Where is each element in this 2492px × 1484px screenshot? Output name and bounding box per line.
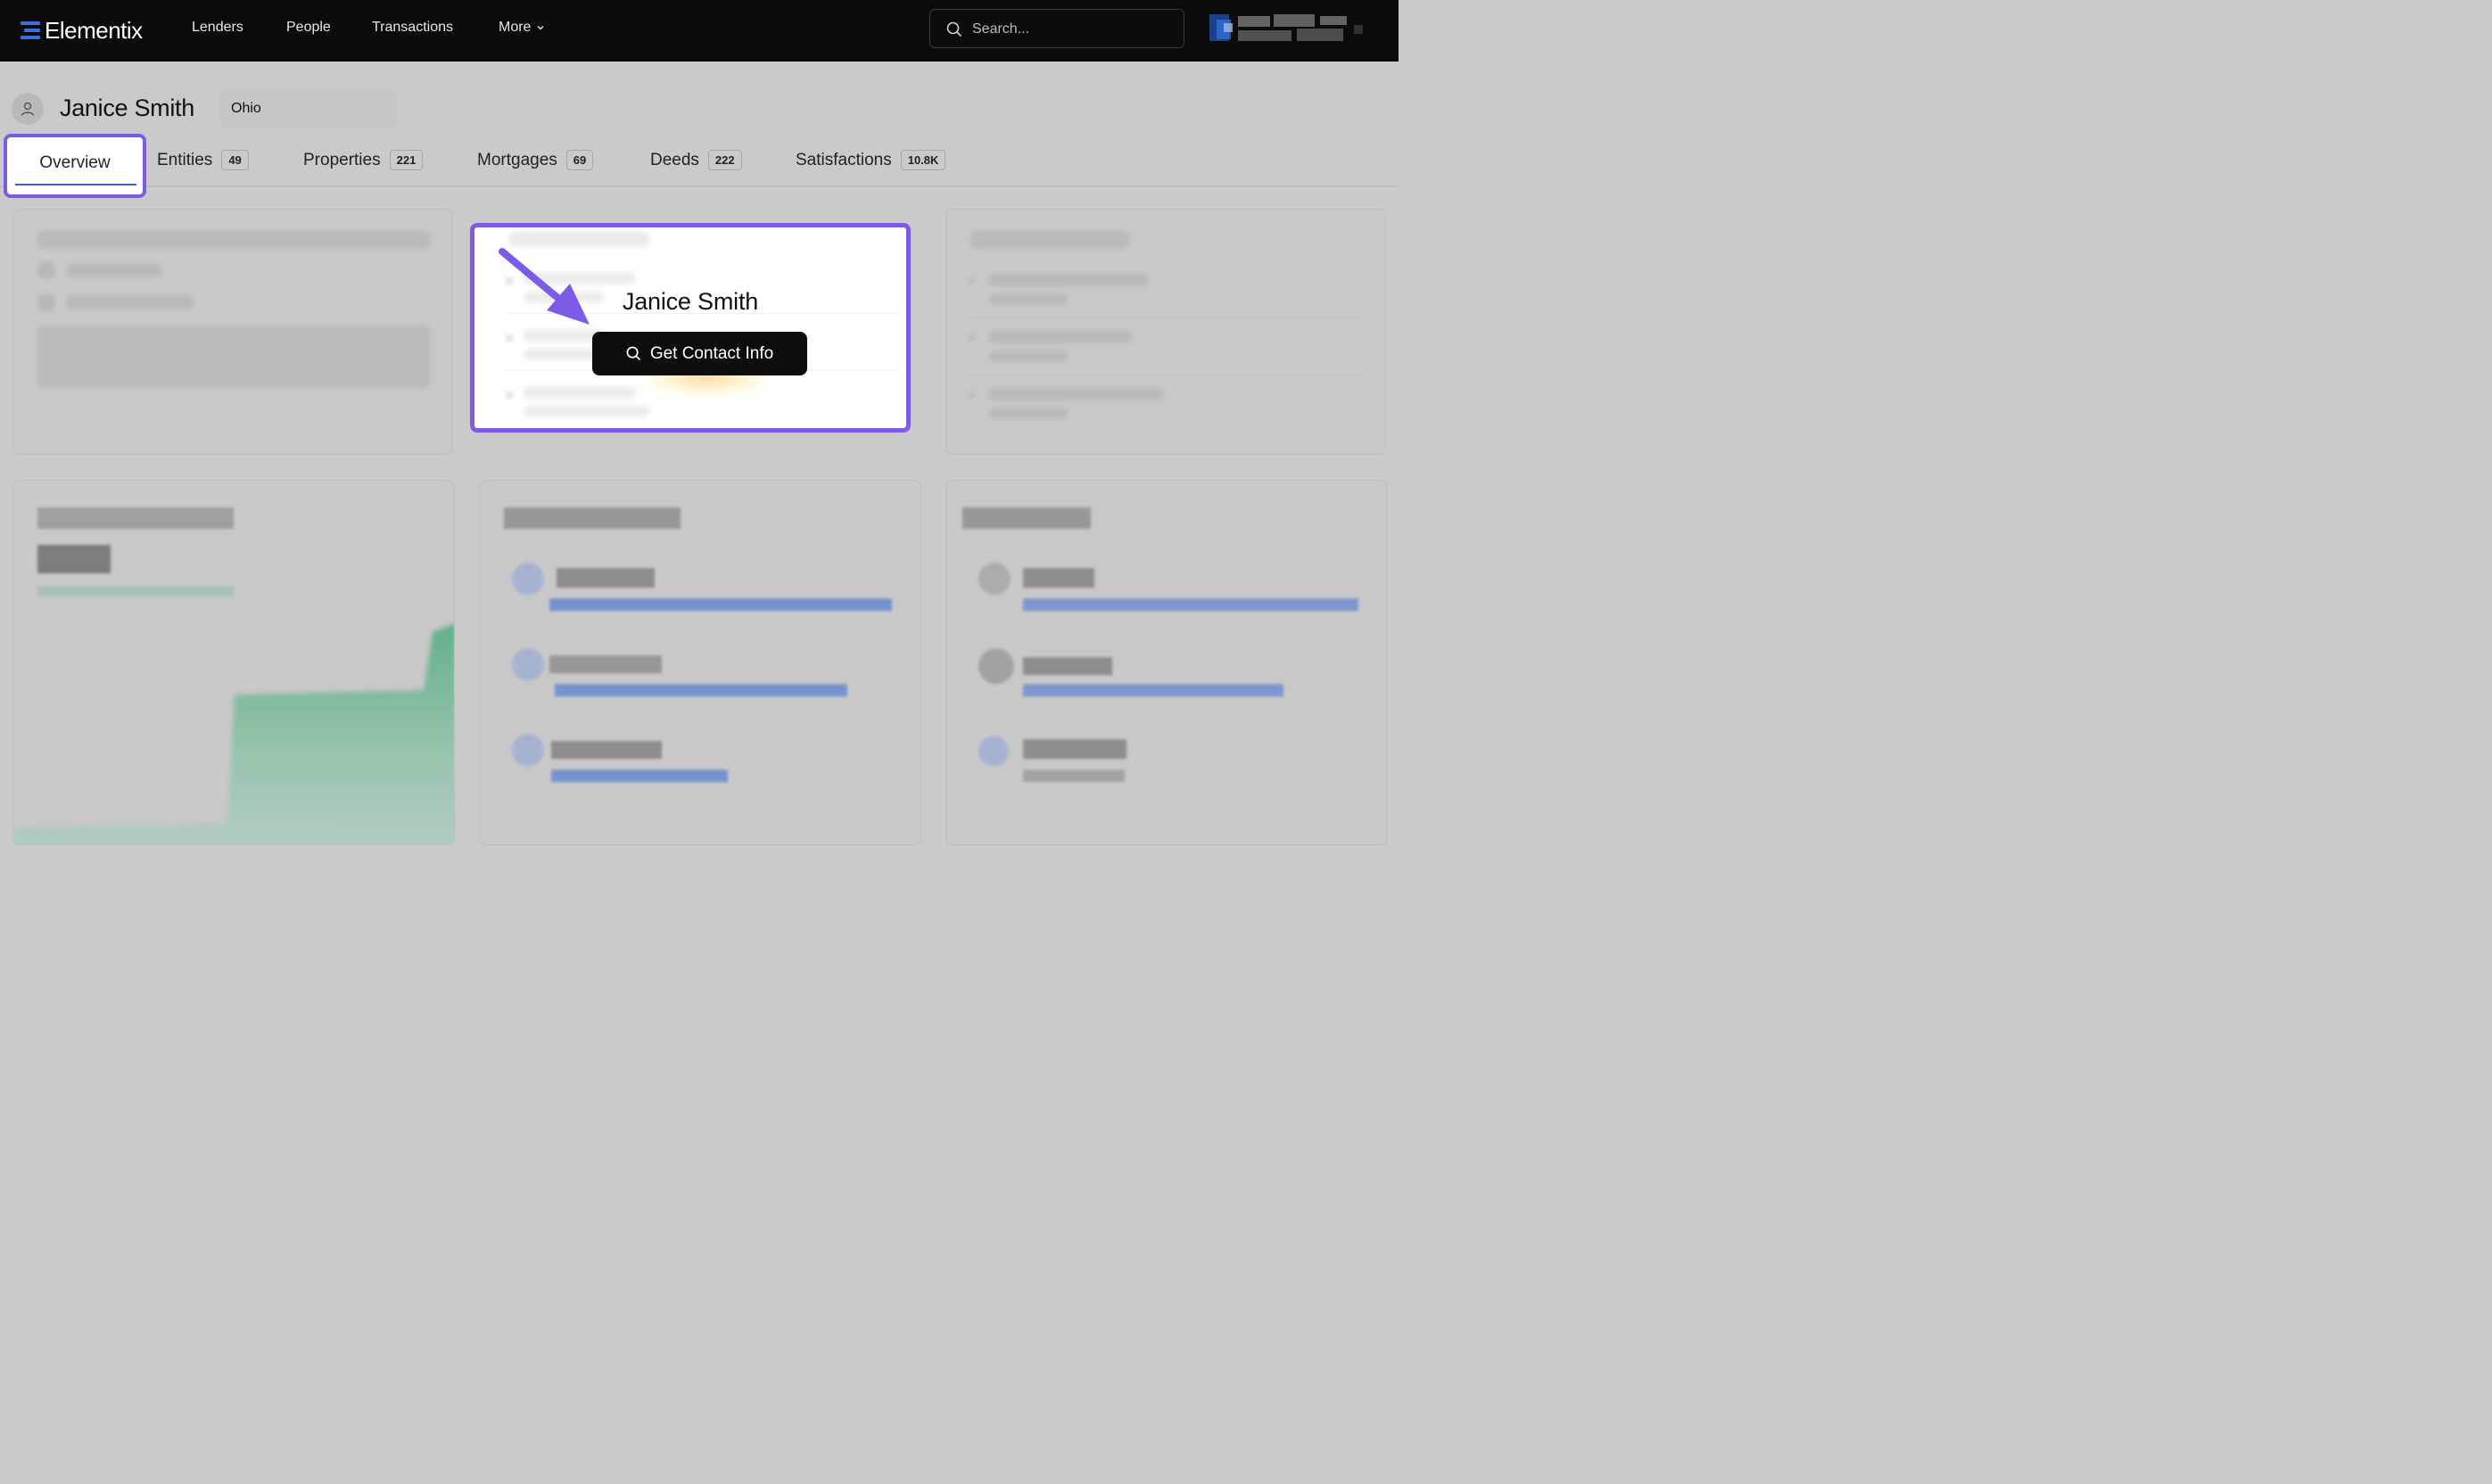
tab-label: Satisfactions [796, 150, 892, 169]
skeleton-dot [505, 391, 514, 400]
get-contact-info-button[interactable]: Get Contact Info [592, 332, 807, 375]
mortgage-chart-card [12, 480, 455, 845]
state-label: Ohio [231, 101, 261, 116]
skeleton-dot [505, 334, 514, 342]
search-box[interactable] [929, 9, 1184, 49]
blurred-link [555, 684, 847, 697]
tab-properties[interactable]: Properties 221 [303, 150, 424, 170]
tab-label: Entities [157, 150, 213, 169]
blurred-avatar [512, 648, 544, 680]
brand-name: Elementix [45, 16, 143, 44]
blurred-name [1023, 568, 1094, 588]
tab-label: Deeds [650, 150, 699, 169]
tab-mortgages[interactable]: Mortgages 69 [477, 150, 594, 170]
skeleton-bar [989, 274, 1148, 286]
state-badge: Ohio [219, 90, 398, 128]
blurred-link [1023, 770, 1125, 782]
loading-card-right [945, 209, 1386, 455]
search-icon [946, 21, 962, 37]
person-icon [21, 102, 35, 116]
skeleton-bar [989, 331, 1132, 343]
get-contact-info-label: Get Contact Info [649, 343, 774, 363]
skeleton-divider [968, 374, 1366, 375]
blurred-link [1023, 598, 1358, 611]
user-menu-avatar[interactable] [1202, 11, 1372, 52]
blurred-avatar [512, 734, 544, 766]
skeleton-bar [524, 406, 650, 416]
blurred-link [1023, 684, 1283, 697]
nav-more-label: More [499, 20, 532, 35]
skeleton-bar [37, 231, 430, 249]
blurred-title [37, 507, 234, 529]
tab-count-badge: 222 [707, 150, 742, 170]
skeleton-bar [989, 408, 1068, 418]
blurred-link [551, 770, 728, 782]
blurred-name [551, 741, 662, 759]
blurred-name [1023, 739, 1126, 759]
tab-count-badge: 69 [565, 150, 594, 170]
tab-count-badge: 221 [389, 150, 424, 170]
nav-link-people[interactable]: People [286, 20, 331, 36]
blurred-avatar [978, 736, 1009, 766]
search-icon [626, 346, 640, 361]
skeleton-bar [67, 263, 161, 277]
arrow-icon [499, 248, 590, 325]
search-input[interactable] [970, 10, 1179, 49]
blurred-avatar [978, 648, 1014, 684]
loading-card-left [12, 209, 453, 455]
active-tab-underline [15, 184, 136, 186]
blurred-caption [37, 586, 234, 597]
area-chart [13, 623, 454, 845]
blurred-value [37, 545, 111, 573]
blurred-avatar [512, 563, 544, 595]
tab-overview[interactable]: Overview [4, 134, 146, 198]
blurred-link [549, 598, 892, 611]
blurred-title [504, 507, 681, 529]
skeleton-bar [524, 386, 636, 399]
tab-overview-label: Overview [39, 153, 111, 172]
skeleton-bar [67, 295, 194, 309]
tab-count-badge: 49 [221, 150, 249, 170]
skeleton-dot [968, 392, 975, 399]
blurred-title [962, 507, 1091, 529]
skeleton-dot [968, 277, 975, 284]
brand-logo[interactable]: Elementix [20, 16, 143, 45]
tab-entities[interactable]: Entities 49 [157, 150, 249, 170]
skeleton-bar [989, 388, 1164, 400]
tab-label: Mortgages [477, 150, 557, 169]
blurred-name [1023, 657, 1112, 675]
page-title: Janice Smith [60, 95, 194, 121]
skeleton-dot [37, 293, 55, 311]
elementix-logo-icon [21, 21, 40, 39]
tab-satisfactions[interactable]: Satisfactions 10.8K [796, 150, 946, 170]
skeleton-dot [968, 334, 975, 342]
skeleton-bar [989, 350, 1068, 361]
nav-link-transactions[interactable]: Transactions [372, 20, 453, 36]
skeleton-bar [989, 293, 1068, 304]
skeleton-block [37, 326, 430, 388]
nav-more-menu[interactable]: More [499, 20, 545, 36]
skeleton-bar [970, 231, 1129, 249]
blurred-name [557, 568, 655, 588]
tabs-divider [0, 186, 1399, 187]
blurred-avatar [978, 563, 1011, 595]
tab-deeds[interactable]: Deeds 222 [650, 150, 742, 170]
lenders-list-card [479, 480, 921, 845]
nav-link-lenders[interactable]: Lenders [192, 20, 243, 36]
related-people-card [945, 480, 1388, 845]
blurred-name [549, 655, 662, 673]
top-navigation-bar: Elementix Lenders People Transactions Mo… [0, 0, 1399, 62]
tab-label: Properties [303, 150, 381, 169]
chevron-down-icon [537, 26, 544, 30]
skeleton-dot [37, 261, 55, 279]
tab-count-badge: 10.8K [900, 150, 946, 170]
profile-avatar [12, 93, 44, 125]
